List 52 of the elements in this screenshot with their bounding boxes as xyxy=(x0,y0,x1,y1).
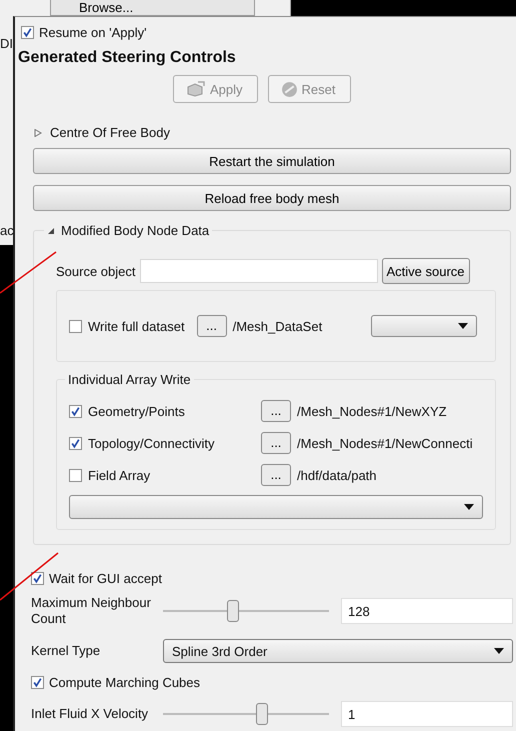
control-label: Kernel Type xyxy=(31,643,102,659)
section-toggle[interactable]: Modified Body Node Data xyxy=(44,223,212,238)
action-button[interactable]: Reload free body mesh xyxy=(33,185,511,211)
checkbox-label: Resume on 'Apply' xyxy=(39,25,147,40)
path-text: /Mesh_Nodes#1/NewXYZ xyxy=(297,404,447,418)
checkbox-label: Topology/Connectivity xyxy=(88,436,216,450)
control-label: Maximum Neighbour Count xyxy=(31,595,152,627)
kernel-dropdown[interactable]: Spline 3rd Order xyxy=(163,639,513,663)
path-text: /Mesh_DataSet xyxy=(232,318,324,334)
path-text: /hdf/data/path xyxy=(297,468,377,482)
dropdown[interactable] xyxy=(69,495,483,519)
box-icon xyxy=(186,81,206,97)
checkbox-label: Write full dataset xyxy=(88,318,185,334)
checkbox[interactable] xyxy=(69,320,82,332)
browse-button[interactable]: ... xyxy=(261,464,291,486)
collapsed-triangle-icon xyxy=(34,128,42,136)
checkbox[interactable] xyxy=(69,468,82,482)
checkbox[interactable] xyxy=(31,676,44,689)
dropdown[interactable] xyxy=(370,315,477,337)
group-title: Individual Array Write xyxy=(67,372,192,387)
checkbox-label: Geometry/Points xyxy=(88,404,186,418)
slider-thumb[interactable] xyxy=(256,703,268,725)
caret-icon xyxy=(494,648,504,654)
source-field[interactable] xyxy=(140,259,378,283)
action-button[interactable]: Restart the simulation xyxy=(33,148,511,174)
panel-title: Generated Steering Controls xyxy=(18,49,237,67)
expanded-triangle-icon xyxy=(47,226,55,234)
checkbox-label: Compute Marching Cubes xyxy=(49,675,200,690)
browse-button[interactable]: ... xyxy=(261,432,291,454)
browse-button[interactable]: ... xyxy=(261,400,291,422)
reset-icon xyxy=(280,80,298,98)
checkbox[interactable] xyxy=(21,26,34,39)
section-toggle[interactable]: Centre Of Free Body xyxy=(34,125,170,140)
field-label: Source object xyxy=(56,264,136,278)
path-text: /Mesh_Nodes#1/NewConnecti xyxy=(297,436,473,450)
caret-icon xyxy=(464,504,474,510)
caret-icon xyxy=(458,323,468,329)
checkbox[interactable] xyxy=(69,404,82,418)
checkbox-label: Wait for GUI accept xyxy=(49,571,162,586)
value-field[interactable]: 1 xyxy=(341,701,513,727)
value-field[interactable]: 128 xyxy=(341,598,513,624)
control-label: Inlet Fluid X Velocity xyxy=(31,706,150,722)
browse-button[interactable]: Browse... xyxy=(50,0,255,16)
window-text: DI xyxy=(0,36,13,51)
active-source-button[interactable]: Active source xyxy=(382,258,470,284)
slider-thumb[interactable] xyxy=(227,600,240,622)
checkbox-label: Field Array xyxy=(88,468,152,482)
checkbox[interactable] xyxy=(69,436,82,450)
annotation-line xyxy=(0,251,56,294)
window-text: ac xyxy=(0,223,14,238)
checkbox[interactable] xyxy=(31,572,44,585)
browse-button[interactable]: ... xyxy=(196,315,227,337)
